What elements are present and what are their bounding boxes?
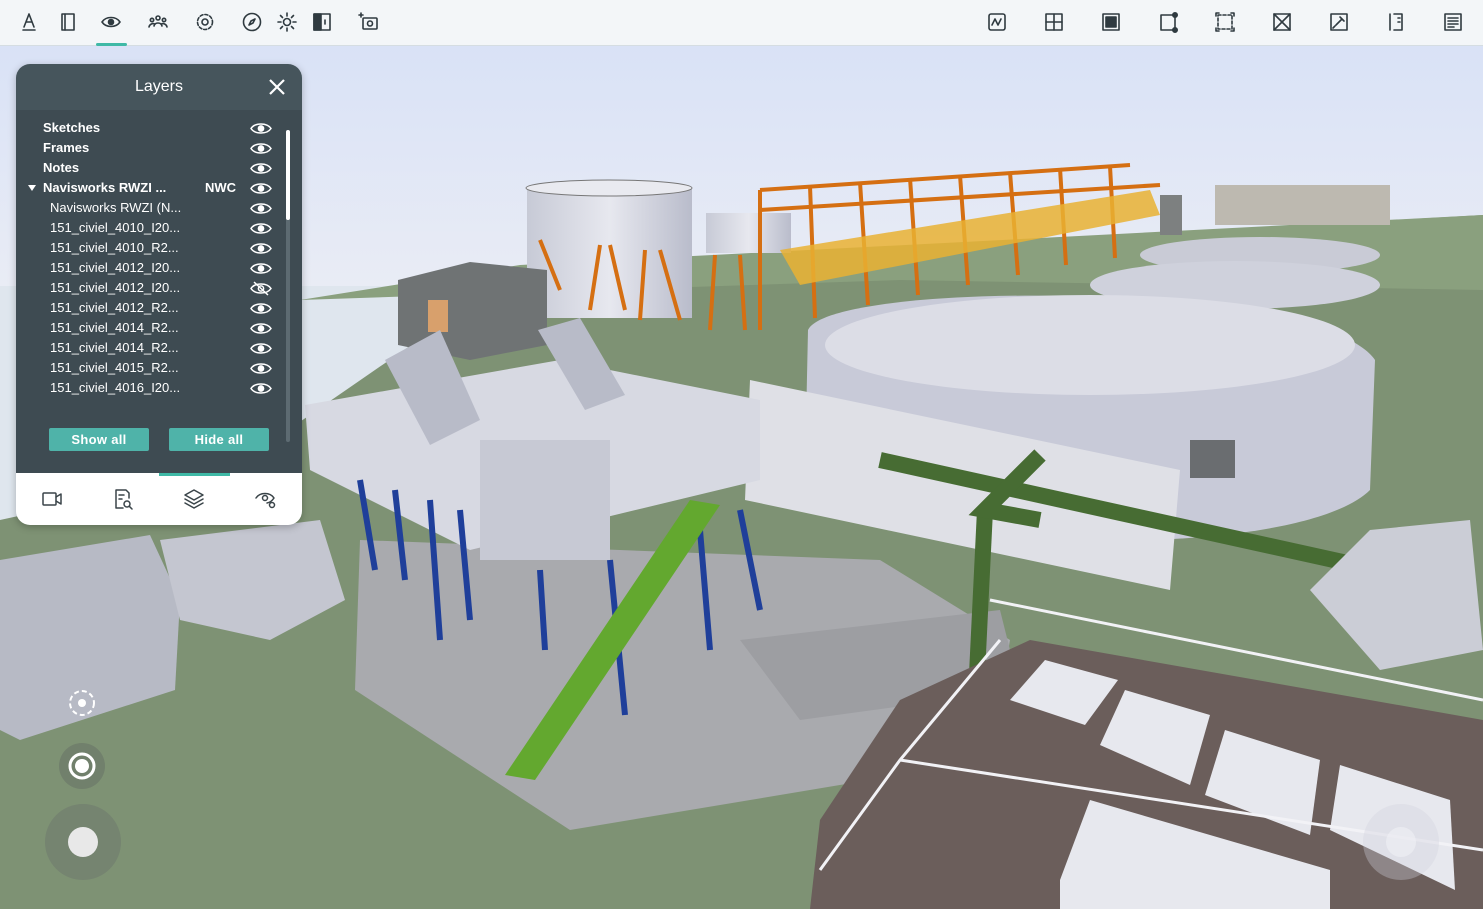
expand-triangle-icon[interactable] [28, 185, 36, 191]
select-points-icon[interactable] [1153, 7, 1185, 37]
layer-row[interactable]: 151_civiel_4010_R2... [16, 238, 286, 258]
settings-icon[interactable] [189, 7, 221, 37]
show-all-button[interactable]: Show all [49, 428, 149, 451]
pin-icon[interactable] [1323, 7, 1355, 37]
sections-icon[interactable] [52, 7, 84, 37]
measure-icon[interactable] [981, 7, 1013, 37]
far-cabin [1215, 185, 1390, 225]
eye-icon[interactable] [250, 361, 272, 376]
joystick-knob[interactable] [68, 827, 98, 857]
scrollbar-thumb[interactable] [286, 130, 290, 220]
eye-icon[interactable] [250, 261, 272, 276]
small-tank [706, 213, 791, 253]
eye-icon[interactable] [250, 121, 272, 136]
screen-box [480, 440, 610, 560]
active-tab-indicator [96, 43, 127, 46]
tank-window-1 [1190, 440, 1235, 478]
layer-row[interactable]: 151_civiel_4014_R2... [16, 338, 286, 358]
visibility-icon[interactable] [95, 7, 127, 37]
layer-row-sketches[interactable]: Sketches [16, 118, 286, 138]
layer-row-hidden[interactable]: 151_civiel_4012_I20... [16, 278, 286, 298]
eye-icon[interactable] [250, 321, 272, 336]
box-door [428, 300, 448, 332]
move-joystick[interactable] [45, 804, 121, 880]
close-icon[interactable] [266, 76, 288, 98]
tall-tank-top [525, 179, 693, 197]
visibility-settings-icon[interactable] [250, 483, 282, 515]
compass-icon[interactable] [236, 7, 268, 37]
layer-row-navisworks-group[interactable]: Navisworks RWZI ... NWC [16, 178, 286, 198]
big-tank-inner [825, 295, 1355, 395]
layer-row[interactable]: 151_civiel_4012_I20... [16, 258, 286, 278]
layers-list-container: Sketches Frames Notes Navisworks RWZI ..… [16, 110, 302, 473]
layers-panel: Layers Sketches Frames Notes Navisworks … [16, 64, 302, 525]
layer-label: 151_civiel_4012_I20... [50, 280, 181, 295]
layer-row-frames[interactable]: Frames [16, 138, 286, 158]
layer-row[interactable]: 151_civiel_4014_R2... [16, 318, 286, 338]
layer-label: 151_civiel_4016_I20... [50, 380, 181, 395]
lighting-icon[interactable] [271, 7, 303, 37]
layer-row[interactable]: 151_civiel_4016_I20... [16, 378, 286, 398]
layer-row[interactable]: 151_civiel_4015_R2... [16, 358, 286, 378]
layer-label: 151_civiel_4014_R2... [50, 320, 179, 335]
layer-label: 151_civiel_4010_I20... [50, 220, 181, 235]
eye-icon[interactable] [250, 201, 272, 216]
markup-icon[interactable] [13, 7, 45, 37]
eye-icon[interactable] [250, 161, 272, 176]
look-joystick[interactable] [1363, 804, 1439, 880]
layer-list: Sketches Frames Notes Navisworks RWZI ..… [16, 118, 286, 398]
eye-icon[interactable] [250, 381, 272, 396]
camera-icon[interactable] [353, 7, 385, 37]
panel-footer-tabs [16, 473, 302, 525]
top-toolbar [0, 0, 1483, 46]
layer-row[interactable]: 151_civiel_4012_R2... [16, 298, 286, 318]
layer-label: Notes [43, 160, 80, 175]
properties-icon[interactable] [1380, 7, 1412, 37]
eye-icon[interactable] [250, 301, 272, 316]
layer-label: Navisworks RWZI (N... [50, 200, 182, 215]
panel-header: Layers [16, 64, 302, 110]
split-view-icon[interactable] [306, 7, 338, 37]
layer-label: 151_civiel_4012_R2... [50, 300, 179, 315]
eye-icon[interactable] [250, 241, 272, 256]
eye-icon[interactable] [250, 341, 272, 356]
layer-label: 151_civiel_4014_R2... [50, 340, 179, 355]
layer-label: 151_civiel_4015_R2... [50, 360, 179, 375]
panel-title: Layers [134, 78, 184, 95]
layer-row[interactable]: Navisworks RWZI (N... [16, 198, 286, 218]
joystick-knob[interactable] [1386, 827, 1416, 857]
eye-icon[interactable] [250, 181, 272, 196]
layer-label: 151_civiel_4012_I20... [50, 260, 181, 275]
add-section-icon[interactable] [1038, 7, 1070, 37]
layer-label: Sketches [43, 120, 101, 135]
layer-row[interactable]: 151_civiel_4010_I20... [16, 218, 286, 238]
eye-icon[interactable] [250, 221, 272, 236]
eye-off-icon[interactable] [250, 281, 272, 296]
layer-label: Frames [43, 140, 90, 155]
layer-label: 151_civiel_4010_R2... [50, 240, 179, 255]
notes-list-icon[interactable] [1437, 7, 1469, 37]
search-model-icon[interactable] [107, 483, 139, 515]
collaboration-icon[interactable] [142, 7, 174, 37]
viewpoints-icon[interactable] [36, 483, 68, 515]
orbit-icon[interactable] [60, 681, 104, 725]
layer-row-notes[interactable]: Notes [16, 158, 286, 178]
far-cabin-2 [1160, 195, 1182, 235]
active-tab-indicator [159, 473, 230, 476]
fit-view-icon[interactable] [1209, 7, 1241, 37]
tall-tank [527, 188, 692, 318]
layer-format-tag: NWC [205, 180, 237, 195]
layers-icon[interactable] [178, 483, 210, 515]
layer-label: Navisworks RWZI ... [43, 180, 167, 195]
hide-all-button[interactable]: Hide all [169, 428, 269, 451]
walk-mode-icon[interactable] [59, 743, 105, 789]
select-box-icon[interactable] [1095, 7, 1127, 37]
clear-selection-icon[interactable] [1266, 7, 1298, 37]
eye-icon[interactable] [250, 141, 272, 156]
